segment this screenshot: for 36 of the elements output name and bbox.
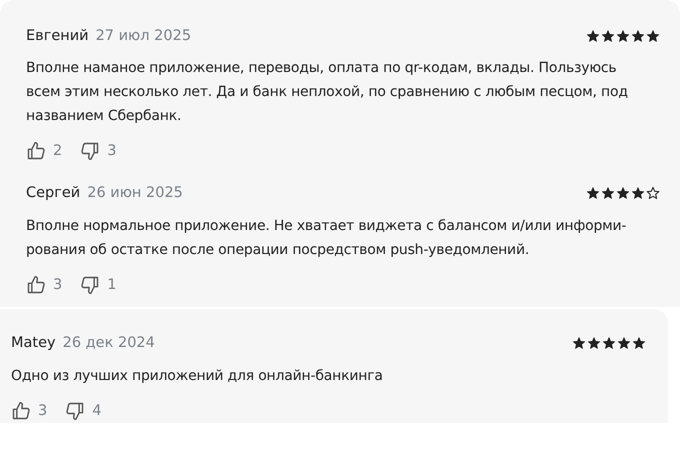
author-name: Matey: [11, 335, 56, 351]
star-icon: [631, 29, 645, 43]
star-icon: [572, 336, 586, 350]
star-icon: [616, 186, 630, 200]
thumbs-down-icon: [80, 275, 100, 295]
review-text: Вполне наманое приложение, переводы, оплата по qr-кодам, вклады. Пользуюсь всем этим несколько лет. Да и банк неплохой, по сравнению с любым песцом, под названием Сбербанк.: [26, 59, 629, 126]
like-button[interactable]: 3: [26, 275, 62, 295]
thumbs-down-icon: [80, 141, 100, 161]
like-button[interactable]: 2: [26, 141, 62, 161]
thumbs-up-icon: [11, 401, 31, 421]
dislike-button[interactable]: 3: [80, 141, 116, 161]
author-name: Сергей: [26, 185, 80, 201]
star-icon: [601, 29, 615, 43]
star-icon: [601, 186, 615, 200]
thumbs-up-icon: [26, 141, 46, 161]
review-text: Вполне нормальное приложение. Не хватает виджета с балансом и/или информи-рования об остатке после операции посредством push-уведомлений.: [26, 217, 628, 260]
star-icon: [631, 186, 645, 200]
thumbs-down-icon: [65, 401, 86, 421]
thumbs-up-icon: [26, 275, 46, 295]
star-icon: [616, 29, 630, 43]
dislike-button[interactable]: 4: [65, 401, 102, 421]
author-name: Евгений: [26, 28, 89, 44]
star-icon: [632, 336, 646, 350]
star-icon: [602, 336, 616, 350]
review-text: Одно из лучших приложений для онлайн-банкинга: [11, 367, 384, 386]
star-icon: [646, 29, 660, 43]
star-icon: [646, 186, 660, 200]
like-button[interactable]: 3: [11, 401, 48, 421]
review-date: 26 дек 2024: [62, 335, 155, 351]
star-icon: [617, 336, 631, 350]
star-icon: [586, 29, 600, 43]
dislike-button[interactable]: 1: [80, 275, 116, 295]
review-date: 26 июн 2025: [87, 185, 183, 201]
star-icon: [586, 186, 600, 200]
star-icon: [587, 336, 601, 350]
review-date: 27 июл 2025: [96, 28, 192, 44]
